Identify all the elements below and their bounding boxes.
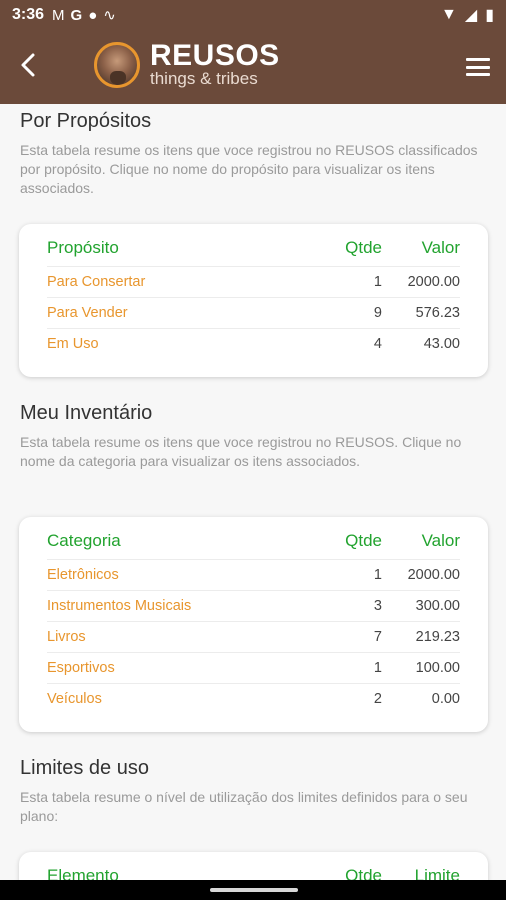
app-logo: REUSOS things & tribes xyxy=(94,39,280,88)
row-qty: 2 xyxy=(373,691,382,707)
header-qty: Qtde xyxy=(345,238,382,257)
section-description: Esta tabela resume o nível de utilização… xyxy=(20,789,468,824)
purposes-table: Propósito Qtde Valor Para Consertar 1 20… xyxy=(19,224,488,377)
row-qty: 1 xyxy=(373,567,382,583)
header-purpose: Propósito xyxy=(47,238,119,257)
header-value: Valor xyxy=(421,531,460,550)
row-value: 100.00 xyxy=(415,660,460,676)
table-row: Livros 7 219.23 xyxy=(47,621,460,652)
row-qty: 1 xyxy=(373,660,382,676)
cell-signal-icon: ◢ xyxy=(464,7,478,24)
row-value: 300.00 xyxy=(415,598,460,614)
main-content: Por Propósitos Esta tabela resume os ite… xyxy=(0,104,506,880)
row-value: 576.23 xyxy=(415,305,460,321)
app-bar: REUSOS things & tribes xyxy=(0,30,506,104)
status-time: 3:36 xyxy=(12,6,45,23)
section-purposes: Por Propósitos Esta tabela resume os ite… xyxy=(20,110,490,198)
limits-table: Elemento Qtde Limite xyxy=(19,852,488,880)
wifi-icon: ▼ xyxy=(441,6,457,23)
purpose-link[interactable]: Em Uso xyxy=(47,336,322,352)
section-description: Esta tabela resume os itens que voce reg… xyxy=(20,142,478,196)
table-header: Elemento Qtde Limite xyxy=(47,858,460,880)
hamburger-menu-icon[interactable] xyxy=(466,58,490,76)
table-row: Eletrônicos 1 2000.00 xyxy=(47,559,460,590)
row-qty: 1 xyxy=(373,274,382,290)
battery-icon: ▮ xyxy=(485,7,494,24)
status-bar: 3:36 M G ● ∿ ▼ ◢ ▮ xyxy=(0,0,506,30)
row-value: 0.00 xyxy=(431,691,460,707)
category-link[interactable]: Livros xyxy=(47,629,322,645)
row-value: 43.00 xyxy=(423,336,460,352)
table-header: Propósito Qtde Valor xyxy=(47,230,460,266)
header-element: Elemento xyxy=(47,866,119,880)
purpose-link[interactable]: Para Consertar xyxy=(47,274,322,290)
system-nav-bar xyxy=(0,880,506,900)
home-gesture-handle[interactable] xyxy=(210,888,298,892)
table-row: Para Vender 9 576.23 xyxy=(47,297,460,328)
category-link[interactable]: Eletrônicos xyxy=(47,567,322,583)
circle-icon: ● xyxy=(88,6,98,24)
row-qty: 7 xyxy=(373,629,382,645)
table-row: Veículos 2 0.00 xyxy=(47,683,460,714)
table-row: Esportivos 1 100.00 xyxy=(47,652,460,683)
row-qty: 3 xyxy=(373,598,382,614)
category-link[interactable]: Veículos xyxy=(47,691,322,707)
google-icon: G xyxy=(70,6,83,24)
header-value: Valor xyxy=(421,238,460,257)
avatar xyxy=(94,42,140,88)
table-row: Instrumentos Musicais 3 300.00 xyxy=(47,590,460,621)
header-category: Categoria xyxy=(47,531,121,550)
brand-tagline: things & tribes xyxy=(150,69,258,88)
section-title: Meu Inventário xyxy=(20,402,153,424)
brand-name: REUSOS xyxy=(150,39,280,72)
row-value: 219.23 xyxy=(415,629,460,645)
back-arrow-icon[interactable] xyxy=(14,50,44,80)
category-link[interactable]: Instrumentos Musicais xyxy=(47,598,322,614)
table-header: Categoria Qtde Valor xyxy=(47,523,460,559)
header-qty: Qtde xyxy=(345,866,382,880)
section-title: Limites de uso xyxy=(20,757,149,779)
signal-wave-icon: ∿ xyxy=(103,7,116,24)
row-qty: 9 xyxy=(373,305,382,321)
section-usage-limits: Limites de uso Esta tabela resume o níve… xyxy=(20,757,490,826)
gmail-icon: M xyxy=(52,6,65,24)
table-row: Em Uso 4 43.00 xyxy=(47,328,460,359)
purpose-link[interactable]: Para Vender xyxy=(47,305,322,321)
header-limit: Limite xyxy=(414,866,460,880)
section-inventory: Meu Inventário Esta tabela resume os ite… xyxy=(20,402,490,471)
row-value: 2000.00 xyxy=(407,567,460,583)
header-qty: Qtde xyxy=(345,531,382,550)
inventory-table: Categoria Qtde Valor Eletrônicos 1 2000.… xyxy=(19,517,488,732)
section-title: Por Propósitos xyxy=(20,110,152,132)
section-description: Esta tabela resume os itens que voce reg… xyxy=(20,434,462,469)
row-qty: 4 xyxy=(373,336,382,352)
row-value: 2000.00 xyxy=(407,274,460,290)
category-link[interactable]: Esportivos xyxy=(47,660,322,676)
table-row: Para Consertar 1 2000.00 xyxy=(47,266,460,297)
